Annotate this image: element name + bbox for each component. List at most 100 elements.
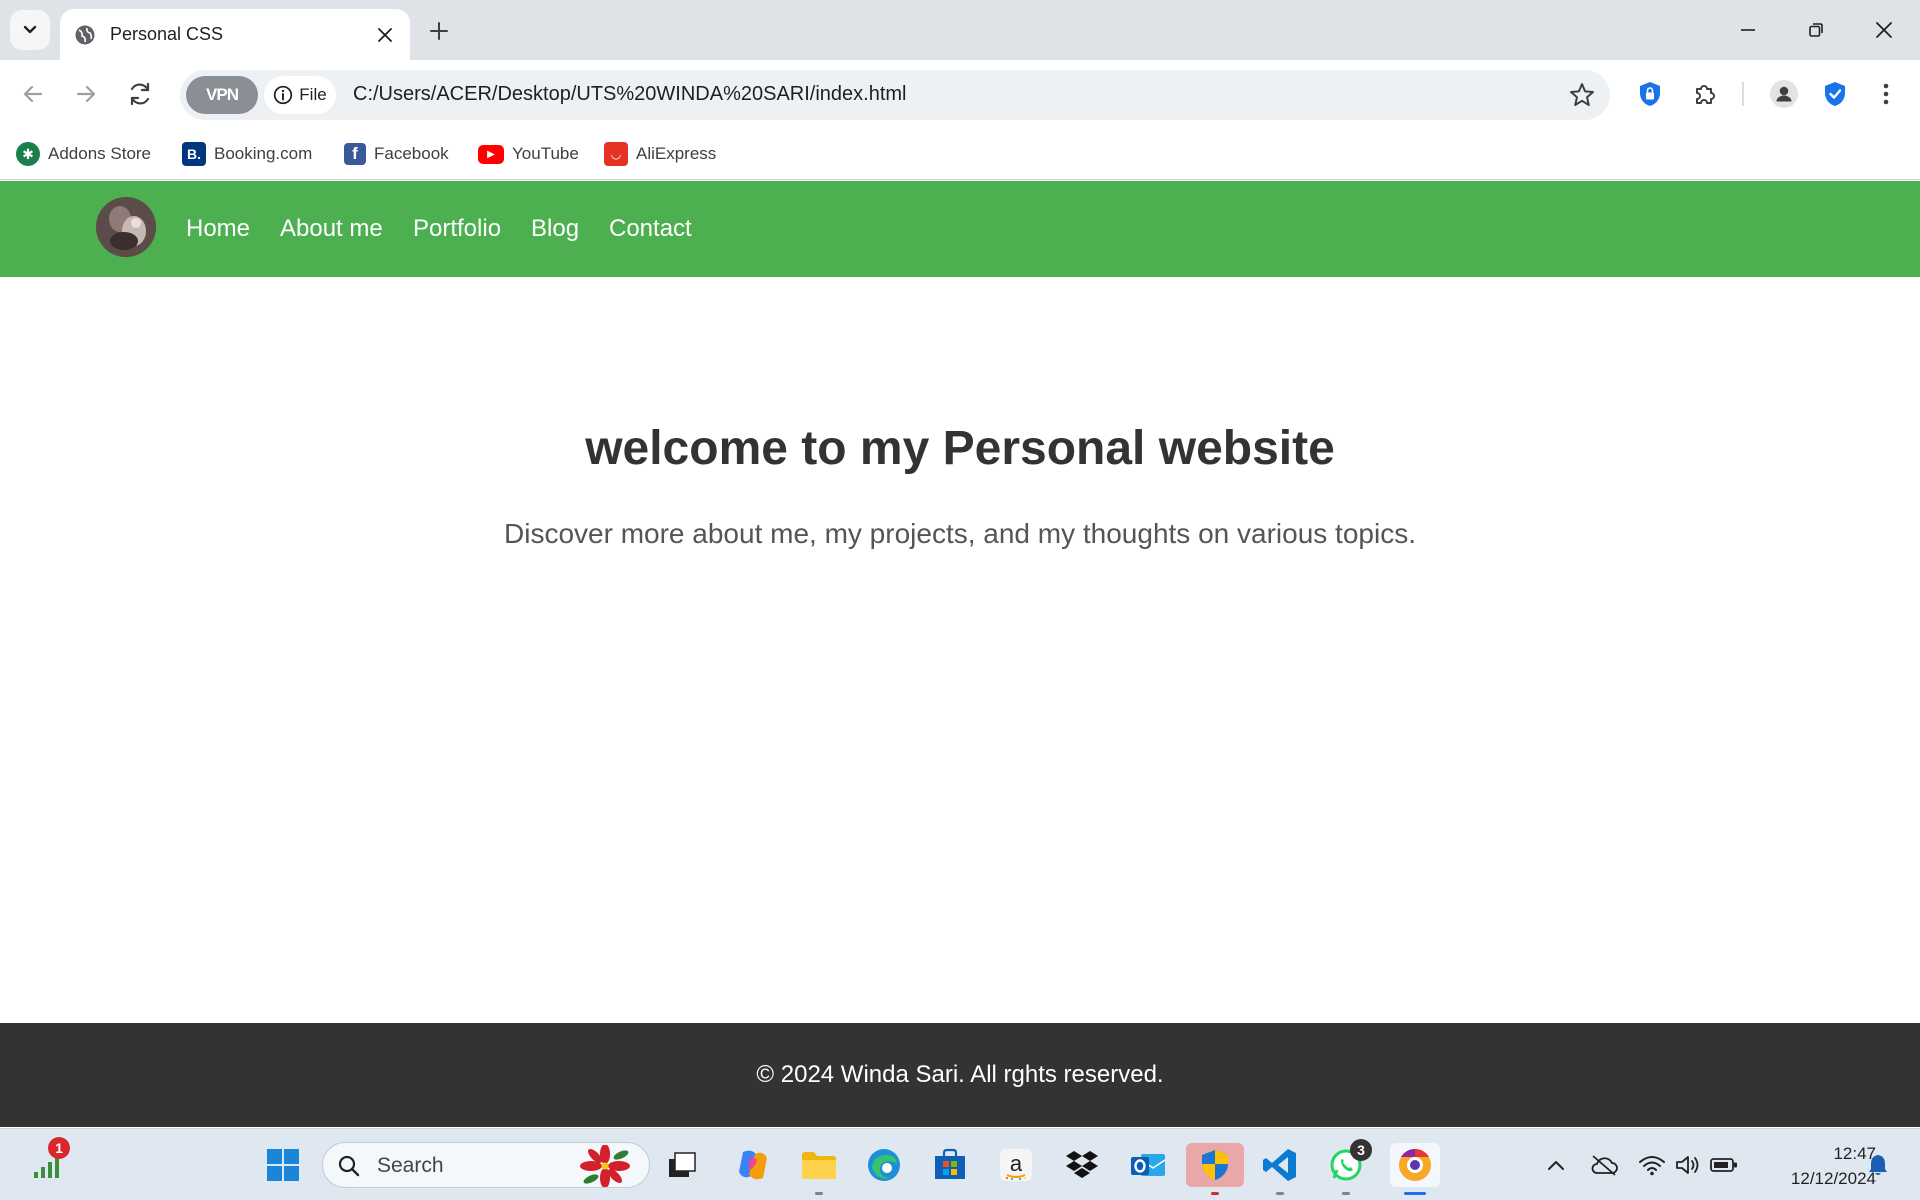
- tab-personal-css[interactable]: Personal CSS: [60, 9, 410, 60]
- store-icon: [935, 1148, 965, 1179]
- toolbar-divider: [1742, 82, 1744, 106]
- bookmark-label: AliExpress: [636, 144, 717, 163]
- booking-icon: B.: [182, 142, 206, 166]
- password-manager-extension[interactable]: [1630, 74, 1670, 114]
- tab-title: Personal CSS: [110, 24, 224, 44]
- tab-search-button[interactable]: [10, 10, 50, 50]
- browser-tab-strip: Personal CSS: [0, 0, 1920, 60]
- reload-button[interactable]: [120, 74, 160, 114]
- running-indicator: [1276, 1192, 1284, 1195]
- bookmark-booking[interactable]: B. Booking.com: [182, 140, 312, 168]
- plus-icon: [430, 22, 448, 40]
- bookmark-label: YouTube: [512, 144, 579, 163]
- close-window-button[interactable]: [1864, 14, 1904, 46]
- hero-title: welcome to my Personal website: [585, 422, 1335, 475]
- shield-check-icon: [1825, 82, 1845, 106]
- nav-home[interactable]: Home: [186, 215, 250, 243]
- start-button[interactable]: [261, 1143, 305, 1187]
- bookmark-label: Booking.com: [214, 144, 313, 163]
- file-chip-label: File: [299, 85, 327, 104]
- copilot-icon: [739, 1150, 767, 1180]
- chevron-down-icon: [23, 25, 37, 34]
- globe-icon: [75, 25, 95, 44]
- edge-browser-icon: [868, 1149, 900, 1181]
- minimize-icon: [1741, 29, 1755, 31]
- vscode-icon: [1263, 1149, 1296, 1181]
- show-hidden-icons-button[interactable]: [1534, 1143, 1578, 1187]
- browser-toolbar: VPN File C:/Users/ACER/Desktop/UTS%20WIN…: [0, 60, 1920, 128]
- nav-portfolio[interactable]: Portfolio: [413, 215, 501, 243]
- facebook-icon: f: [344, 143, 366, 165]
- amazon-icon: a: [1000, 1149, 1032, 1181]
- amazon-button[interactable]: a: [994, 1143, 1038, 1187]
- bookmark-addons-store[interactable]: ✱ Addons Store: [16, 140, 151, 168]
- back-button[interactable]: [13, 74, 53, 114]
- nav-blog[interactable]: Blog: [531, 215, 579, 243]
- restore-icon: [1809, 23, 1823, 37]
- profile-avatar: [96, 197, 156, 257]
- url-text[interactable]: C:/Users/ACER/Desktop/UTS%20WINDA%20SARI…: [353, 83, 907, 106]
- nav-about-me[interactable]: About me: [280, 215, 383, 243]
- notifications-button[interactable]: [1856, 1143, 1900, 1187]
- onedrive-tray[interactable]: [1582, 1143, 1626, 1187]
- chevron-up-icon: [1548, 1161, 1564, 1170]
- cloud-offline-icon: [1591, 1155, 1618, 1176]
- new-tab-button[interactable]: [424, 16, 454, 46]
- profile-avatar-icon: [1770, 80, 1798, 108]
- bookmarks-bar: ✱ Addons Store B. Booking.com f Facebook…: [0, 128, 1920, 180]
- bookmark-youtube[interactable]: ▶ YouTube: [478, 140, 579, 168]
- running-indicator: [815, 1192, 823, 1195]
- dropbox-button[interactable]: [1060, 1143, 1104, 1187]
- site-header: Home About me Portfolio Blog Contact: [0, 181, 1920, 277]
- address-bar[interactable]: VPN File C:/Users/ACER/Desktop/UTS%20WIN…: [180, 70, 1610, 120]
- outlook-icon: [1131, 1154, 1166, 1176]
- site-info-chip[interactable]: File: [264, 76, 336, 114]
- vscode-button[interactable]: [1258, 1143, 1302, 1195]
- microsoft-store-button[interactable]: [928, 1143, 972, 1187]
- task-view-button[interactable]: [660, 1143, 704, 1187]
- chrome-button[interactable]: [1390, 1143, 1440, 1195]
- addons-store-icon: ✱: [16, 142, 40, 166]
- forward-button[interactable]: [66, 74, 106, 114]
- vpn-label: VPN: [206, 85, 239, 104]
- edge-button[interactable]: [862, 1143, 906, 1187]
- whatsapp-badge: 3: [1350, 1139, 1372, 1161]
- poinsettia-icon: [580, 1145, 630, 1187]
- bookmark-label: Addons Store: [48, 144, 152, 163]
- aliexpress-icon: ◡: [604, 142, 628, 166]
- battery-tray[interactable]: [1702, 1143, 1746, 1187]
- search-icon: [338, 1155, 360, 1177]
- windows-security-icon: [1202, 1150, 1228, 1180]
- more-vertical-icon: [1883, 83, 1889, 105]
- puzzle-icon: [1696, 85, 1715, 104]
- speaker-icon: [1676, 1156, 1699, 1174]
- security-extension[interactable]: [1815, 74, 1855, 114]
- minimize-button[interactable]: [1728, 14, 1768, 46]
- task-view-icon: [669, 1152, 696, 1177]
- search-label: Search: [377, 1154, 444, 1177]
- taskbar-search[interactable]: Search: [322, 1142, 650, 1188]
- network-badge: 1: [48, 1137, 70, 1159]
- nav-contact[interactable]: Contact: [609, 215, 692, 243]
- vpn-button[interactable]: VPN: [186, 76, 258, 114]
- browser-menu-button[interactable]: [1866, 74, 1906, 114]
- restore-button[interactable]: [1796, 14, 1836, 46]
- running-indicator: [1211, 1192, 1219, 1195]
- extensions-button[interactable]: [1685, 74, 1725, 114]
- file-explorer-button[interactable]: [797, 1143, 841, 1195]
- outlook-button[interactable]: [1126, 1143, 1170, 1187]
- copilot-button[interactable]: [731, 1143, 775, 1187]
- network-widget[interactable]: 1: [26, 1137, 70, 1187]
- close-tab-icon[interactable]: [374, 24, 396, 46]
- svg-text:a: a: [1010, 1151, 1023, 1176]
- browser-app-icon: [1399, 1148, 1431, 1181]
- bookmark-facebook[interactable]: f Facebook: [344, 140, 449, 168]
- profile-button[interactable]: [1764, 74, 1804, 114]
- bookmark-star-icon[interactable]: [1568, 81, 1596, 109]
- bookmark-aliexpress[interactable]: ◡ AliExpress: [604, 140, 716, 168]
- shield-lock-icon: [1640, 82, 1660, 106]
- security-app-button[interactable]: [1186, 1143, 1244, 1195]
- hero-subtitle: Discover more about me, my projects, and…: [504, 518, 1416, 549]
- whatsapp-button[interactable]: 3: [1324, 1139, 1372, 1195]
- info-icon: [274, 85, 293, 105]
